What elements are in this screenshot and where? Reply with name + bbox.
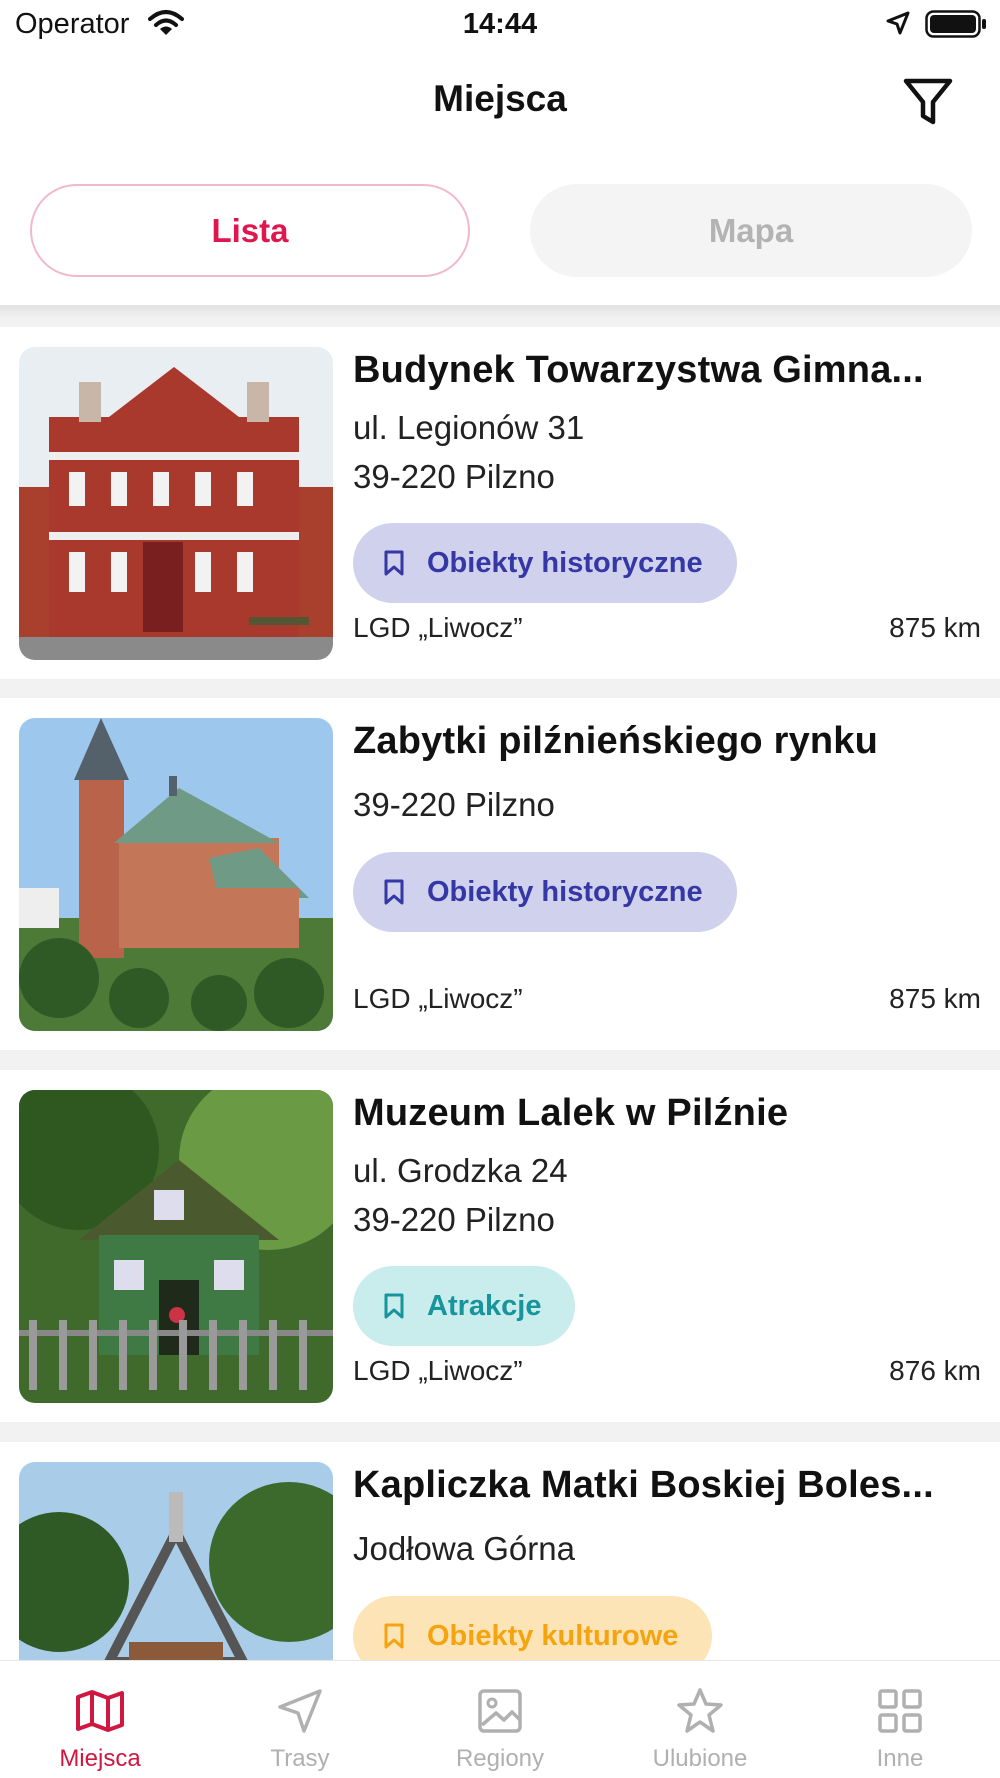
place-distance: 876 km — [889, 1355, 981, 1386]
image-icon — [472, 1683, 528, 1739]
place-title: Kapliczka Matki Boskiej Boles... — [353, 1464, 934, 1506]
bookmark-icon — [384, 1623, 404, 1649]
place-organization: LGD „Liwocz” — [353, 1355, 523, 1386]
bookmark-icon — [384, 550, 404, 576]
place-distance: 875 km — [889, 612, 981, 643]
place-distance: 875 km — [889, 983, 981, 1014]
tab-label: Inne — [876, 1745, 924, 1772]
place-city: 39-220 Pilzno — [353, 786, 555, 823]
category-tag[interactable]: Obiekty historyczne — [353, 852, 737, 932]
place-card[interactable]: Zabytki pilźnieńskiego rynku 39-220 Pilz… — [0, 698, 1000, 1050]
place-title: Zabytki pilźnieńskiego rynku — [353, 720, 879, 762]
category-label: Obiekty historyczne — [427, 546, 703, 579]
status-bar: Operator 14:44 — [0, 0, 1000, 50]
place-city: Jodłowa Górna — [353, 1530, 575, 1567]
list-top-shadow — [0, 305, 1000, 319]
place-title: Muzeum Lalek w Pilźnie — [353, 1092, 789, 1134]
place-card[interactable]: Muzeum Lalek w Pilźnie ul. Grodzka 24 39… — [0, 1070, 1000, 1422]
map-icon — [72, 1683, 128, 1739]
status-time: 14:44 — [462, 8, 538, 40]
page-title: Miejsca — [433, 78, 567, 119]
tab-favorites[interactable]: Ulubione — [600, 1661, 800, 1778]
category-label: Obiekty kulturowe — [427, 1619, 679, 1652]
places-list[interactable]: Budynek Towarzystwa Gimna... ul. Legionó… — [0, 305, 1000, 1660]
category-tag[interactable]: Obiekty kulturowe — [353, 1596, 713, 1660]
place-city: 39-220 Pilzno — [353, 1201, 555, 1238]
grid-icon — [872, 1683, 928, 1739]
place-organization: LGD „Liwocz” — [353, 612, 523, 643]
place-card[interactable]: Kapliczka Matki Boskiej Boles... Jodłowa… — [0, 1442, 1000, 1660]
category-tag[interactable]: Obiekty historyczne — [353, 523, 737, 603]
tab-label: Trasy — [270, 1745, 330, 1772]
place-title: Budynek Towarzystwa Gimna... — [353, 349, 924, 391]
tab-label: Regiony — [455, 1745, 545, 1772]
tab-places[interactable]: Miejsca — [0, 1661, 200, 1778]
filter-button[interactable] — [900, 74, 956, 130]
category-label: Atrakcje — [427, 1289, 542, 1322]
tab-label: Miejsca — [59, 1745, 141, 1772]
place-organization: LGD „Liwocz” — [353, 983, 523, 1014]
category-tag[interactable]: Atrakcje — [353, 1266, 576, 1346]
place-card[interactable]: Budynek Towarzystwa Gimna... ul. Legionó… — [0, 327, 1000, 679]
tab-label: Ulubione — [652, 1745, 748, 1772]
navigation-icon — [272, 1683, 328, 1739]
tab-list-view[interactable]: Lista — [30, 184, 470, 277]
place-photo — [19, 718, 333, 1031]
place-photo — [19, 1462, 333, 1660]
place-street: ul. Grodzka 24 — [353, 1152, 568, 1189]
tab-map-view[interactable]: Mapa — [530, 184, 972, 277]
location-arrow-icon — [886, 11, 910, 35]
place-street: ul. Legionów 31 — [353, 409, 585, 446]
place-photo — [19, 347, 333, 660]
bottom-tab-bar: Miejsca Trasy Regiony Ulubione Inne — [0, 1660, 1000, 1778]
battery-icon — [925, 10, 986, 38]
place-photo — [19, 1090, 333, 1403]
tab-routes[interactable]: Trasy — [200, 1661, 400, 1778]
bookmark-icon — [384, 1293, 404, 1319]
bookmark-icon — [384, 879, 404, 905]
place-city: 39-220 Pilzno — [353, 458, 555, 495]
star-icon — [672, 1683, 728, 1739]
tab-regions[interactable]: Regiony — [400, 1661, 600, 1778]
filter-icon — [903, 78, 953, 125]
tab-more[interactable]: Inne — [800, 1661, 1000, 1778]
category-label: Obiekty historyczne — [427, 875, 703, 908]
